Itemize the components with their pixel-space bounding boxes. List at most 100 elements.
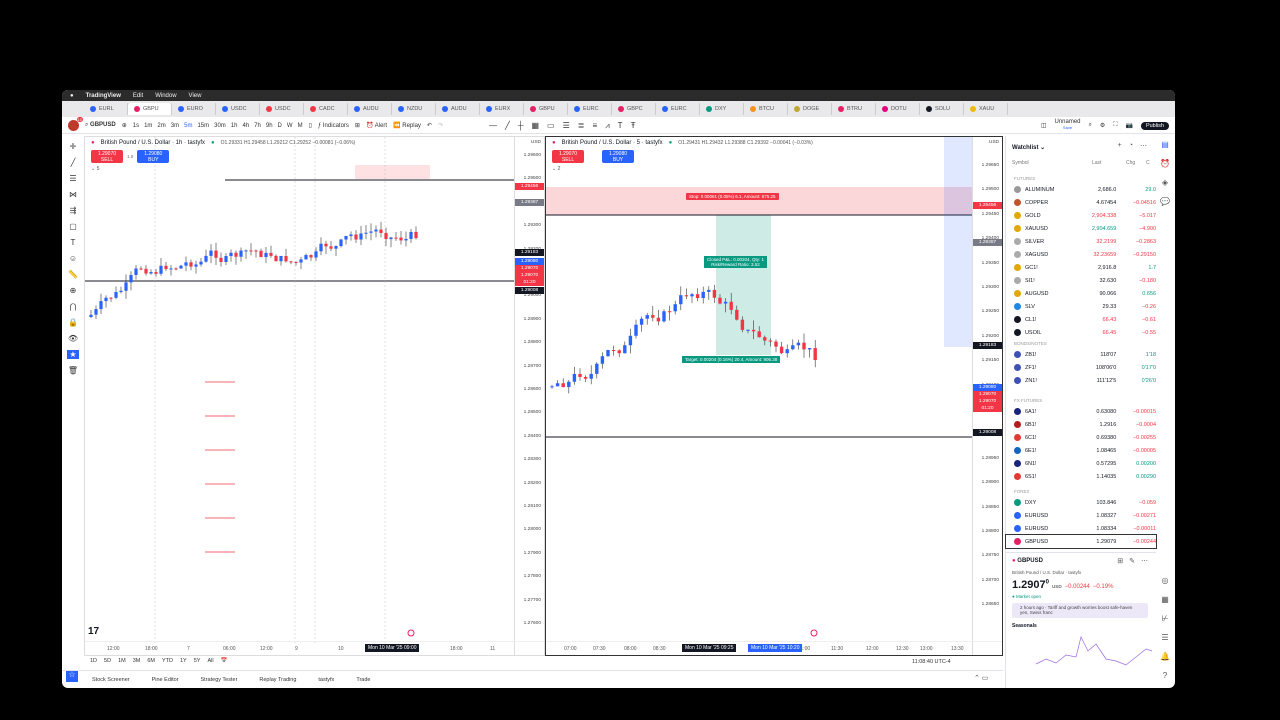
tradingview-logo[interactable]: 17 [88, 626, 99, 637]
lots-selector[interactable]: ⌄ 2 [552, 166, 560, 172]
col-last[interactable]: Last [1092, 160, 1101, 166]
watchlist-row[interactable]: ALUMINUM 2,686.0 29.0 [1006, 183, 1156, 196]
more-icon[interactable]: ⋯ [1140, 142, 1147, 150]
publish-button[interactable]: Publish [1140, 121, 1169, 130]
buy-button[interactable]: 1.29080 BUY [602, 150, 634, 163]
pine-icon[interactable]: ⊬ [1162, 614, 1169, 623]
interval-5m[interactable]: 5m [184, 123, 192, 129]
watchlist-row[interactable]: GBPUSD 1.29079 −0.00244 [1005, 534, 1157, 549]
fib-icon[interactable]: ☰ [69, 174, 76, 183]
text-icon[interactable]: T [618, 121, 623, 131]
interval-1m[interactable]: 1m [144, 123, 152, 129]
currency-label[interactable]: USD [989, 140, 999, 145]
watchlist-row[interactable]: AUGUSD 90.066 0.656 [1006, 287, 1156, 300]
lock-icon[interactable]: 🔒 [68, 318, 78, 327]
range-All[interactable]: All [207, 658, 213, 664]
rectangle-icon[interactable]: ▭ [547, 121, 555, 131]
range-YTD[interactable]: YTD [162, 658, 173, 664]
lines-icon[interactable]: ≡ [592, 121, 597, 131]
range-1M[interactable]: 1M [118, 658, 126, 664]
menu-window[interactable]: Window [155, 93, 176, 99]
time-axis[interactable]: 07:00 07:30 08:00 08:30 11:00 11:30 12:00 12:30… [546, 641, 1002, 655]
interval-1s[interactable]: 1s [133, 123, 139, 129]
templates-icon[interactable]: ⊞ [355, 122, 360, 129]
watchlist-section[interactable]: FOREX [1014, 489, 1030, 494]
browser-tab[interactable]: SOLU [920, 103, 964, 115]
watchlist-row[interactable]: CL1! 66.43 −0.61 [1006, 313, 1156, 326]
browser-tab[interactable]: XAUU [964, 103, 1008, 115]
browser-tab[interactable]: GBPU [128, 103, 172, 115]
watchlist-row[interactable]: SILVER 32.2199 −0.2863 [1006, 235, 1156, 248]
bottom-tab[interactable]: Strategy Tester [201, 677, 238, 683]
lots-selector[interactable]: ⌄ 5 [91, 166, 99, 172]
watchlist-row[interactable]: 6B1! 1.2916 −0.0004 [1006, 418, 1156, 431]
news-item[interactable]: 2 hours ago · Tariff and growth worries … [1012, 603, 1148, 618]
chat-icon[interactable]: 💬 [1160, 197, 1170, 206]
layers-icon[interactable]: ◈ [1162, 178, 1168, 187]
chart-type-icon[interactable]: ▯ [309, 122, 312, 129]
browser-tab[interactable]: EURO [172, 103, 216, 115]
browser-tab[interactable]: EURC [656, 103, 700, 115]
emoji-icon[interactable]: ☺ [69, 254, 77, 263]
target-icon[interactable]: ◎ [1162, 576, 1169, 585]
range-3M[interactable]: 3M [133, 658, 141, 664]
redo-icon[interactable]: ↷ [438, 122, 443, 129]
eye-icon[interactable]: 👁 [68, 334, 78, 343]
more-icon[interactable]: ⋯ [1141, 557, 1148, 565]
range-6M[interactable]: 6M [147, 658, 155, 664]
watchlist-row[interactable]: 6E1! 1.08465 −0.00005 [1006, 444, 1156, 457]
col-symbol[interactable]: Symbol [1012, 160, 1029, 166]
advanced-view-icon[interactable]: ◔ [1129, 142, 1133, 150]
interval-30m[interactable]: 30m [214, 123, 226, 129]
browser-tab[interactable]: USDC [260, 103, 304, 115]
watchlist-title[interactable]: Watchlist ⌄ [1012, 144, 1045, 151]
watchlist-row[interactable]: ZB1! 118'07 1'18 [1006, 348, 1156, 361]
ideas-icon[interactable]: ☰ [1161, 633, 1168, 642]
chart-5m[interactable]: ● British Pound / U.S. Dollar · 5 · tasty… [545, 136, 1003, 656]
avatar[interactable]: 10 [68, 117, 83, 131]
watchlist-row[interactable]: DXY 103.846 −0.059 [1006, 496, 1156, 509]
price-axis[interactable]: USD1.296501.295001.294501.294001.293501.… [972, 137, 1002, 655]
interval-1h[interactable]: 1h [231, 123, 238, 129]
settings-icon[interactable]: ⚙ [1100, 122, 1105, 129]
chart-5m-canvas[interactable] [546, 137, 974, 643]
add-symbol-icon[interactable]: + [1118, 142, 1122, 150]
chart-1h-canvas[interactable] [85, 137, 516, 643]
text-icon[interactable]: T [71, 238, 76, 247]
interval-7h[interactable]: 7h [254, 123, 261, 129]
favorite-drawing-icon[interactable]: ★ [67, 350, 79, 359]
interval-15m[interactable]: 15m [197, 123, 209, 129]
browser-tab[interactable]: GBPU [524, 103, 568, 115]
interval-4h[interactable]: 4h [242, 123, 249, 129]
menu-view[interactable]: View [189, 93, 202, 99]
details-symbol[interactable]: ● GBPUSD [1012, 558, 1043, 564]
shapes-icon[interactable]: ▢ [69, 222, 77, 231]
buy-button[interactable]: 1.29080 BUY [137, 150, 170, 163]
vertical-line-icon[interactable]: ┼ [518, 121, 524, 131]
col-chg-pct[interactable]: C [1146, 160, 1150, 166]
chart-1h[interactable]: ● British Pound / U.S. Dollar · 1h · tast… [84, 136, 545, 656]
watchlist-row[interactable]: XAGUSD 32.23659 −0.29150 [1006, 248, 1156, 261]
fullscreen-icon[interactable]: ⛶ [1113, 122, 1117, 129]
interval-2m[interactable]: 2m [157, 123, 165, 129]
watchlist-section[interactable]: FX FUTURES [1014, 398, 1042, 403]
ruler-icon[interactable]: 📏 [68, 270, 78, 279]
watchlist-row[interactable]: EURUSD 1.08334 −0.00011 [1006, 522, 1156, 535]
clock[interactable]: 11:08:40 UTC-4 [912, 659, 951, 665]
watchlist-row[interactable]: 6A1! 0.63080 −0.00015 [1006, 405, 1156, 418]
browser-tab[interactable]: DOTU [876, 103, 920, 115]
indicators-button[interactable]: ƒ Indicators [318, 123, 349, 129]
watchlist-row[interactable]: SI1! 32.630 −0.180 [1006, 274, 1156, 287]
browser-tab[interactable]: BTCU [744, 103, 788, 115]
browser-tab[interactable]: GBPC [612, 103, 656, 115]
watchlist-row[interactable]: XAUUSD 2,904.659 −4.900 [1006, 222, 1156, 235]
bottom-tab[interactable]: Pine Editor [152, 677, 179, 683]
browser-tab[interactable]: BTRU [832, 103, 876, 115]
layout-name[interactable]: Unnamed Save [1054, 119, 1080, 131]
menu-app[interactable]: TradingView [86, 93, 121, 99]
grid-icon[interactable]: ⊞ [1117, 557, 1123, 565]
watchlist-row[interactable]: ZN1! 111'12'5 0'26'0 [1006, 374, 1156, 387]
replay-button[interactable]: ⏪ Replay [393, 122, 421, 129]
snapshot-icon[interactable]: 📷 [1125, 122, 1132, 129]
time-axis[interactable]: 12:00 18:00 7 06:00 12:00 9 10 18:00 11 Mon 10 Ma… [85, 641, 544, 655]
